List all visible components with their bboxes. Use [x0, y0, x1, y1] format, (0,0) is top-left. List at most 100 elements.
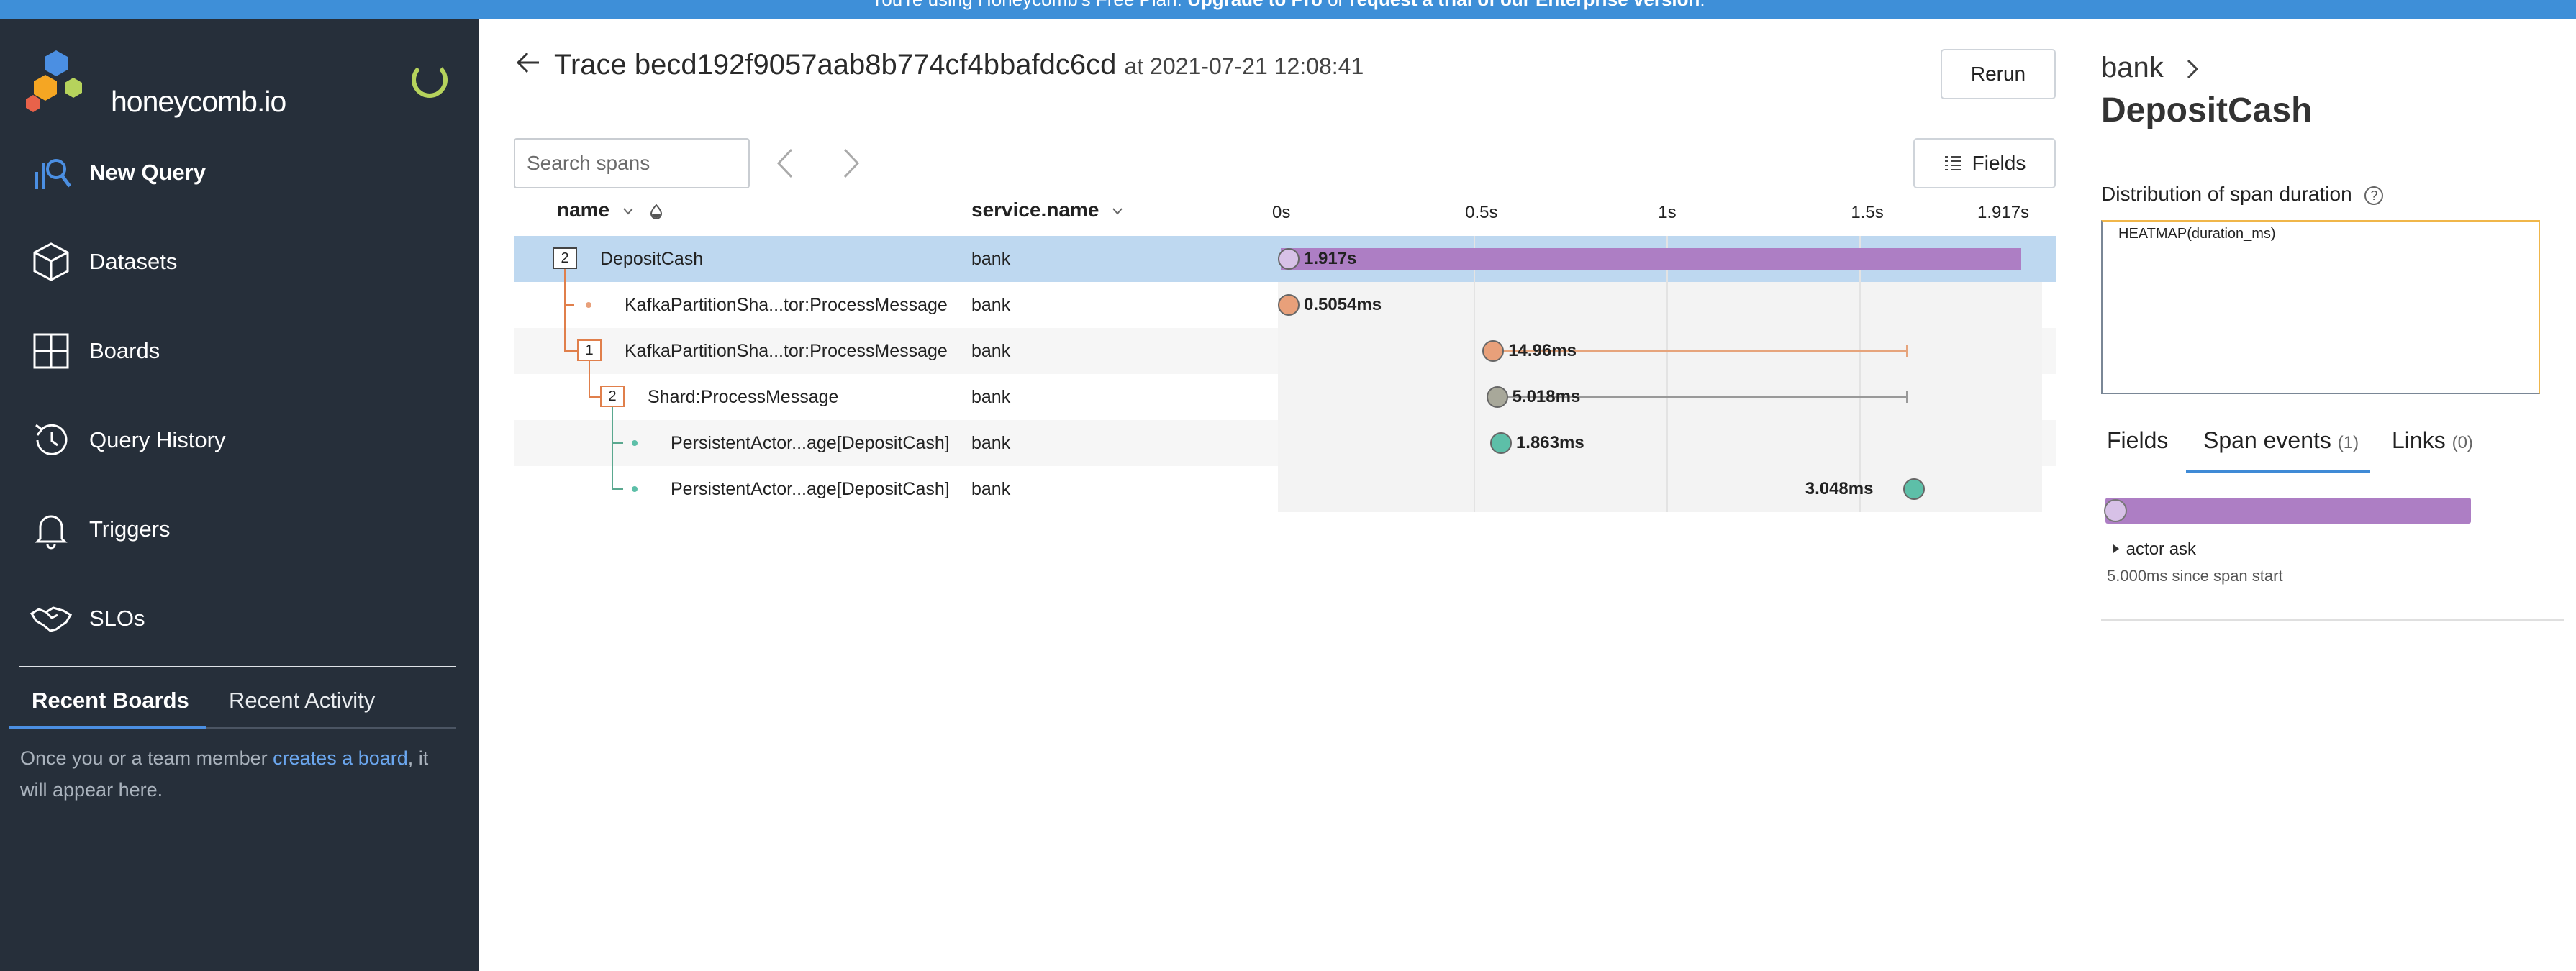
- span-name: KafkaPartitionSha...tor:ProcessMessage: [625, 295, 948, 315]
- bell-icon: [35, 515, 68, 550]
- column-name-label: name: [557, 199, 610, 221]
- span-service: bank: [971, 249, 1011, 269]
- tab-links[interactable]: Links (0): [2392, 427, 2473, 454]
- fields-button-label: Fields: [1972, 152, 2026, 174]
- nav-boards[interactable]: Boards: [0, 315, 479, 387]
- span-service: bank: [971, 479, 1011, 499]
- rerun-button[interactable]: Rerun: [1941, 49, 2056, 99]
- fields-button[interactable]: Fields: [1913, 138, 2056, 188]
- timeline-gridline: [1474, 328, 1476, 374]
- tabs-underline: [206, 727, 456, 729]
- nav-triggers-label: Triggers: [89, 516, 171, 542]
- span-event-toggle[interactable]: actor ask: [2111, 539, 2196, 560]
- handshake-icon: [30, 606, 73, 632]
- span-name: Shard:ProcessMessage: [648, 387, 839, 407]
- span-row[interactable]: KafkaPartitionSha...tor:ProcessMessage ba…: [514, 282, 2056, 328]
- span-duration-label: 5.018ms: [1512, 387, 1581, 406]
- tab-span-events[interactable]: Span events (1): [2203, 427, 2359, 454]
- span-timeline: 1.863ms: [1278, 420, 2042, 466]
- previous-span-icon[interactable]: [770, 145, 802, 181]
- trace-id: becd192f9057aab8b774cf4bbafdc6cd: [634, 49, 1117, 81]
- span-marker[interactable]: [1278, 294, 1300, 316]
- span-duration-label: 1.863ms: [1515, 433, 1584, 452]
- timeline-tick: 1s: [1658, 203, 1677, 222]
- timeline-gridline: [1474, 374, 1476, 420]
- span-name-title: DepositCash: [2101, 91, 2313, 129]
- timeline-gridline: [1859, 420, 1861, 466]
- span-service: bank: [971, 433, 1011, 453]
- banner-prefix: You're using Honeycomb's Free Plan.: [871, 0, 1182, 10]
- span-row[interactable]: 2 Shard:ProcessMessage bank 5.018ms: [514, 374, 2056, 420]
- nav-new-query[interactable]: New Query: [0, 137, 479, 209]
- search-spans-input[interactable]: [514, 138, 750, 188]
- span-event-since: 5.000ms since span start: [2107, 567, 2283, 585]
- duration-heatmap[interactable]: HEATMAP(duration_ms): [2101, 220, 2540, 394]
- span-timeline: 14.96ms: [1278, 328, 2042, 374]
- span-marker[interactable]: [1482, 340, 1505, 362]
- color-drop-icon[interactable]: [648, 204, 664, 219]
- column-header-name[interactable]: name: [557, 199, 664, 222]
- tab-span-events-label: Span events: [2203, 427, 2331, 453]
- span-marker[interactable]: [1489, 432, 1512, 454]
- span-marker[interactable]: [1486, 386, 1508, 408]
- timeline-tick: 1.5s: [1851, 203, 1884, 222]
- distribution-label: Distribution of span duration: [2101, 183, 2352, 205]
- active-tab-indicator: [9, 726, 206, 729]
- span-extent-end: [1905, 345, 1908, 357]
- tab-recent-activity[interactable]: Recent Activity: [229, 688, 375, 714]
- chevron-right-icon: [2187, 59, 2199, 79]
- tab-span-events-count: (1): [2337, 433, 2359, 452]
- distribution-heading: Distribution of span duration ?: [2101, 183, 2384, 206]
- chevron-down-icon: [623, 208, 633, 215]
- cube-icon: [33, 242, 69, 281]
- tab-fields[interactable]: Fields: [2107, 427, 2168, 454]
- sidebar: honeycomb.io New Query Datasets Boards Q…: [0, 19, 479, 971]
- nav-query-history[interactable]: Query History: [0, 404, 479, 476]
- timeline-gridline: [1474, 282, 1476, 328]
- timeline-gridline: [1474, 420, 1476, 466]
- banner-or: or: [1328, 0, 1344, 10]
- upgrade-link[interactable]: Upgrade to Pro: [1187, 0, 1323, 10]
- column-header-service[interactable]: service.name: [971, 199, 1125, 222]
- trace-title: Trace becd192f9057aab8b774cf4bbafdc6cd a…: [554, 49, 1364, 81]
- back-arrow-icon[interactable]: [514, 49, 542, 76]
- span-row[interactable]: 1 KafkaPartitionSha...tor:ProcessMessage b…: [514, 328, 2056, 374]
- span-duration-bar[interactable]: [1281, 248, 2021, 270]
- detail-tabs: Fields Span events (1) Links (0): [2101, 427, 2576, 472]
- span-service: bank: [971, 341, 1011, 361]
- span-row[interactable]: 2 DepositCash bank 1.917s: [514, 236, 2056, 282]
- span-service: bank: [971, 387, 1011, 407]
- service-breadcrumb[interactable]: bank: [2101, 52, 2164, 84]
- timeline-gridline: [1666, 420, 1669, 466]
- nav-slos[interactable]: SLOs: [0, 583, 479, 655]
- create-board-link[interactable]: creates a board: [273, 747, 408, 769]
- span-marker[interactable]: [1278, 248, 1300, 270]
- span-duration-label: 0.5054ms: [1304, 295, 1382, 314]
- honeycomb-logo[interactable]: honeycomb.io: [20, 45, 294, 124]
- span-timeline: 0.5054ms: [1278, 282, 2042, 328]
- nav-triggers[interactable]: Triggers: [0, 493, 479, 565]
- sidebar-divider: [19, 666, 456, 667]
- tab-links-count: (0): [2452, 433, 2473, 452]
- span-row[interactable]: PersistentActor...age[DepositCash] bank 1.…: [514, 420, 2056, 466]
- history-icon: [35, 424, 68, 455]
- span-marker[interactable]: [1902, 478, 1925, 500]
- span-name: PersistentActor...age[DepositCash]: [671, 433, 950, 453]
- span-timeline: 5.018ms: [1278, 374, 2042, 420]
- trace-title-prefix: Trace: [554, 49, 627, 81]
- chevron-down-icon: [1112, 208, 1123, 215]
- help-icon[interactable]: ?: [2364, 186, 2384, 205]
- span-timeline: 3.048ms: [1278, 466, 2042, 512]
- trace-timestamp: at 2021-07-21 12:08:41: [1124, 53, 1364, 79]
- enterprise-trial-link[interactable]: request a trial of our Enterprise versio…: [1349, 0, 1700, 10]
- span-row[interactable]: PersistentActor...age[DepositCash] bank 3.…: [514, 466, 2056, 512]
- query-icon: [35, 159, 72, 189]
- nav-datasets[interactable]: Datasets: [0, 226, 479, 298]
- timeline-gridline: [1666, 282, 1669, 328]
- span-duration-label: 3.048ms: [1805, 479, 1874, 498]
- next-span-icon[interactable]: [835, 145, 866, 181]
- span-event-marker[interactable]: [2104, 499, 2127, 522]
- tab-recent-boards[interactable]: Recent Boards: [32, 688, 189, 714]
- tab-fields-label: Fields: [2107, 427, 2169, 453]
- grid-icon: [33, 333, 69, 369]
